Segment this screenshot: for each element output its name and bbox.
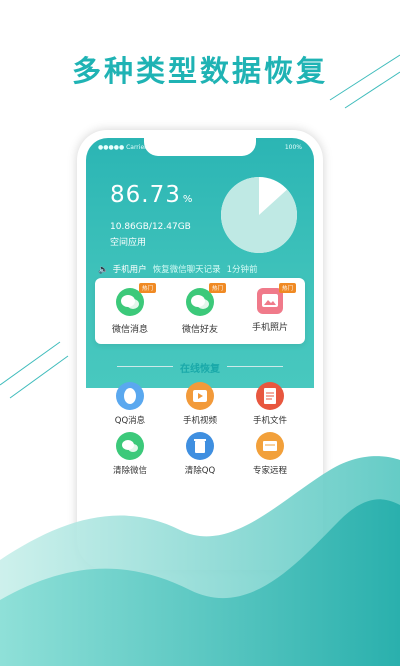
decorative-wave [0,456,400,666]
